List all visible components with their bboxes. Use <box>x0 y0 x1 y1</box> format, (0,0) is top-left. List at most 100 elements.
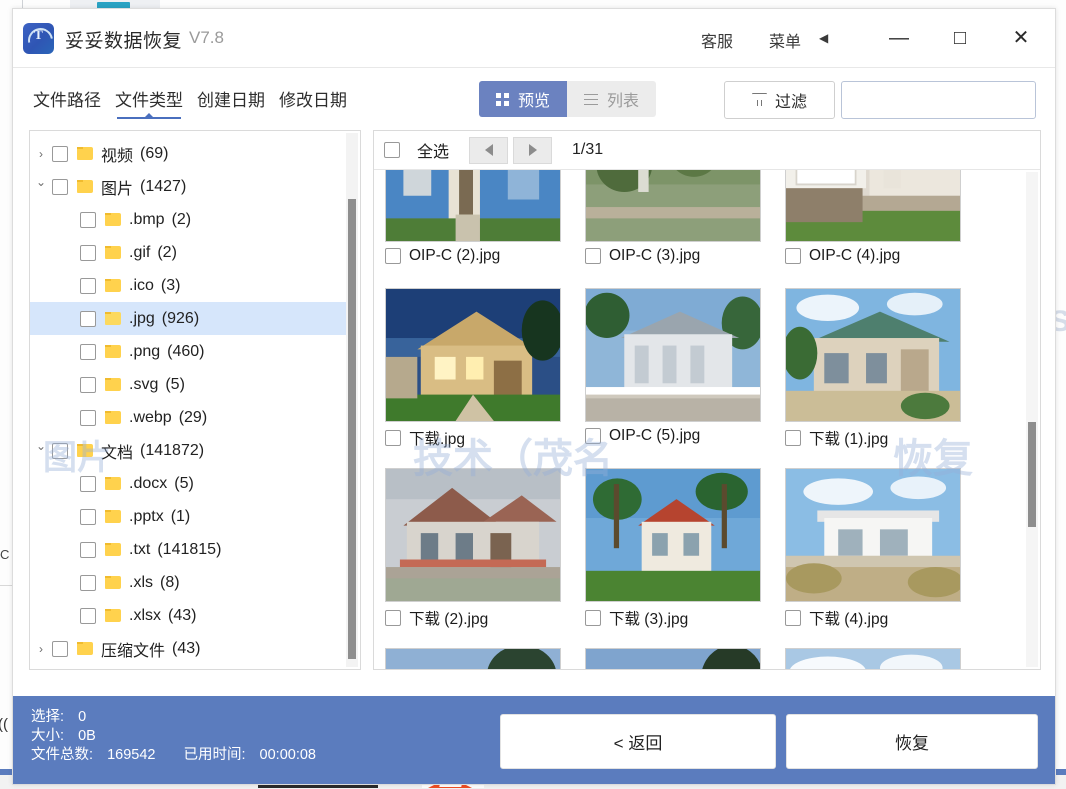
thumbnail-item[interactable]: 下载 (1).jpg <box>782 282 982 462</box>
tree-scrollbar[interactable] <box>346 133 358 667</box>
thumbnail-caption[interactable]: 下载 (4).jpg <box>785 607 888 629</box>
thumbnail-image[interactable] <box>785 468 961 602</box>
thumbnail-image[interactable] <box>585 170 761 242</box>
view-mode-preview[interactable]: 预览 <box>479 81 568 117</box>
tree-node-checkbox[interactable] <box>80 475 96 492</box>
menu-link[interactable]: 菜单 <box>769 28 801 52</box>
next-page-button[interactable] <box>513 136 553 164</box>
thumbnail-caption[interactable]: OIP-C (2).jpg <box>385 247 500 265</box>
thumbnail-image[interactable] <box>785 170 961 242</box>
thumbnail-item[interactable]: OIP-C (5).jpg <box>582 282 782 462</box>
thumbnail-caption[interactable]: 下载 (3).jpg <box>585 607 688 629</box>
thumbnail-image[interactable] <box>385 468 561 602</box>
tree-node-checkbox[interactable] <box>80 409 96 426</box>
tree-node-图片[interactable]: 图片 (1427) <box>30 170 346 203</box>
close-button[interactable]: ✕ <box>995 21 1047 55</box>
thumbnail-checkbox[interactable] <box>385 610 401 626</box>
thumbnail-caption[interactable]: 下载.jpg <box>385 427 465 449</box>
select-all-control[interactable]: 全选 <box>384 138 449 162</box>
tree-node-checkbox[interactable] <box>52 442 68 459</box>
minimize-button[interactable]: — <box>873 21 925 55</box>
tree-node-svg[interactable]: .svg (5) <box>30 368 346 401</box>
menu-arrow-icon[interactable]: ◀ <box>819 31 828 45</box>
tree-node-bmp[interactable]: .bmp (2) <box>30 203 346 236</box>
tree-node-ico[interactable]: .ico (3) <box>30 269 346 302</box>
tree-node-checkbox[interactable] <box>80 244 96 261</box>
tree-node-checkbox[interactable] <box>80 574 96 591</box>
thumbnail-image[interactable] <box>585 468 761 602</box>
tree-node-checkbox[interactable] <box>52 178 68 195</box>
tree-node-gif[interactable]: .gif (2) <box>30 236 346 269</box>
thumbnail-caption[interactable]: OIP-C (4).jpg <box>785 247 900 265</box>
tree-node-checkbox[interactable] <box>80 376 96 393</box>
tree-node-checkbox[interactable] <box>80 277 96 294</box>
thumbnail-caption[interactable]: 下载 (2).jpg <box>385 607 488 629</box>
back-button[interactable]: < 返回 <box>500 714 776 769</box>
thumbnail-item[interactable]: 下载 (3).jpg <box>582 462 782 642</box>
thumbnail-caption[interactable]: OIP-C (3).jpg <box>585 247 700 265</box>
preview-scrollbar-thumb[interactable] <box>1028 422 1036 527</box>
tree-node-压缩文件[interactable]: 压缩文件 (43) <box>30 632 346 665</box>
tree-node-文档[interactable]: 文档 (141872) <box>30 434 346 467</box>
thumbnail-image[interactable] <box>385 648 561 669</box>
thumbnail-item[interactable]: OIP-C (2).jpg <box>382 170 582 282</box>
thumbnail-item[interactable] <box>782 642 982 669</box>
thumbnail-caption[interactable]: 下载 (1).jpg <box>785 427 888 449</box>
view-mode-list[interactable]: 列表 <box>567 81 657 117</box>
thumbnail-item[interactable]: 下载 (4).jpg <box>782 462 982 642</box>
tree-node-txt[interactable]: .txt (141815) <box>30 533 346 566</box>
thumbnail-checkbox[interactable] <box>385 430 401 446</box>
recover-button[interactable]: 恢复 <box>786 714 1038 769</box>
thumbnail-caption[interactable]: OIP-C (5).jpg <box>585 427 700 445</box>
maximize-button[interactable]: □ <box>934 21 986 55</box>
thumbnail-item[interactable]: OIP-C (3).jpg <box>582 170 782 282</box>
tree-scrollbar-thumb[interactable] <box>348 199 356 659</box>
thumbnail-image[interactable] <box>585 648 761 669</box>
thumbnail-image[interactable] <box>785 288 961 422</box>
thumbnail-image[interactable] <box>785 648 961 669</box>
tree-node-xls[interactable]: .xls (8) <box>30 566 346 599</box>
tree-node-checkbox[interactable] <box>52 640 68 657</box>
tree-node-xlsx[interactable]: .xlsx (43) <box>30 599 346 632</box>
select-all-checkbox[interactable] <box>384 142 400 158</box>
customer-service-link[interactable]: 客服 <box>701 28 733 52</box>
tree-node-png[interactable]: .png (460) <box>30 335 346 368</box>
tree-node-checkbox[interactable] <box>52 145 68 162</box>
thumbnail-checkbox[interactable] <box>785 610 801 626</box>
chevron-right-icon[interactable] <box>30 642 52 656</box>
chevron-down-icon[interactable] <box>30 444 52 458</box>
thumbnail-item[interactable]: OIP-C (4).jpg <box>782 170 982 282</box>
search-input[interactable] <box>842 82 1055 118</box>
thumbnail-image[interactable] <box>385 288 561 422</box>
thumbnail-image[interactable] <box>385 170 561 242</box>
tab-created-date[interactable]: 创建日期 <box>197 86 265 119</box>
prev-page-button[interactable] <box>469 136 509 164</box>
filter-button[interactable]: 过滤 <box>724 81 835 119</box>
preview-scrollbar[interactable] <box>1026 172 1038 667</box>
thumbnail-item[interactable] <box>382 642 582 669</box>
thumbnail-checkbox[interactable] <box>785 248 801 264</box>
thumbnail-checkbox[interactable] <box>385 248 401 264</box>
tree-node-checkbox[interactable] <box>80 541 96 558</box>
chevron-right-icon[interactable] <box>30 147 52 161</box>
tree-node-webp[interactable]: .webp (29) <box>30 401 346 434</box>
thumbnail-item[interactable]: 下载 (2).jpg <box>382 462 582 642</box>
thumbnail-checkbox[interactable] <box>585 428 601 444</box>
tree-node-checkbox[interactable] <box>80 310 96 327</box>
tree-node-docx[interactable]: .docx (5) <box>30 467 346 500</box>
chevron-down-icon[interactable] <box>30 180 52 194</box>
thumbnail-checkbox[interactable] <box>585 248 601 264</box>
tree-node-jpg[interactable]: .jpg (926) <box>30 302 346 335</box>
tab-modified-date[interactable]: 修改日期 <box>279 86 347 119</box>
tree-node-checkbox[interactable] <box>80 343 96 360</box>
thumbnail-checkbox[interactable] <box>585 610 601 626</box>
thumbnail-item[interactable]: 下载.jpg <box>382 282 582 462</box>
tree-node-checkbox[interactable] <box>80 508 96 525</box>
thumbnail-image[interactable] <box>585 288 761 422</box>
tree-node-checkbox[interactable] <box>80 211 96 228</box>
tree-node-pptx[interactable]: .pptx (1) <box>30 500 346 533</box>
tab-file-path[interactable]: 文件路径 <box>33 86 101 119</box>
thumbnail-item[interactable] <box>582 642 782 669</box>
tree-node-checkbox[interactable] <box>80 607 96 624</box>
tab-file-type[interactable]: 文件类型 <box>115 86 183 119</box>
